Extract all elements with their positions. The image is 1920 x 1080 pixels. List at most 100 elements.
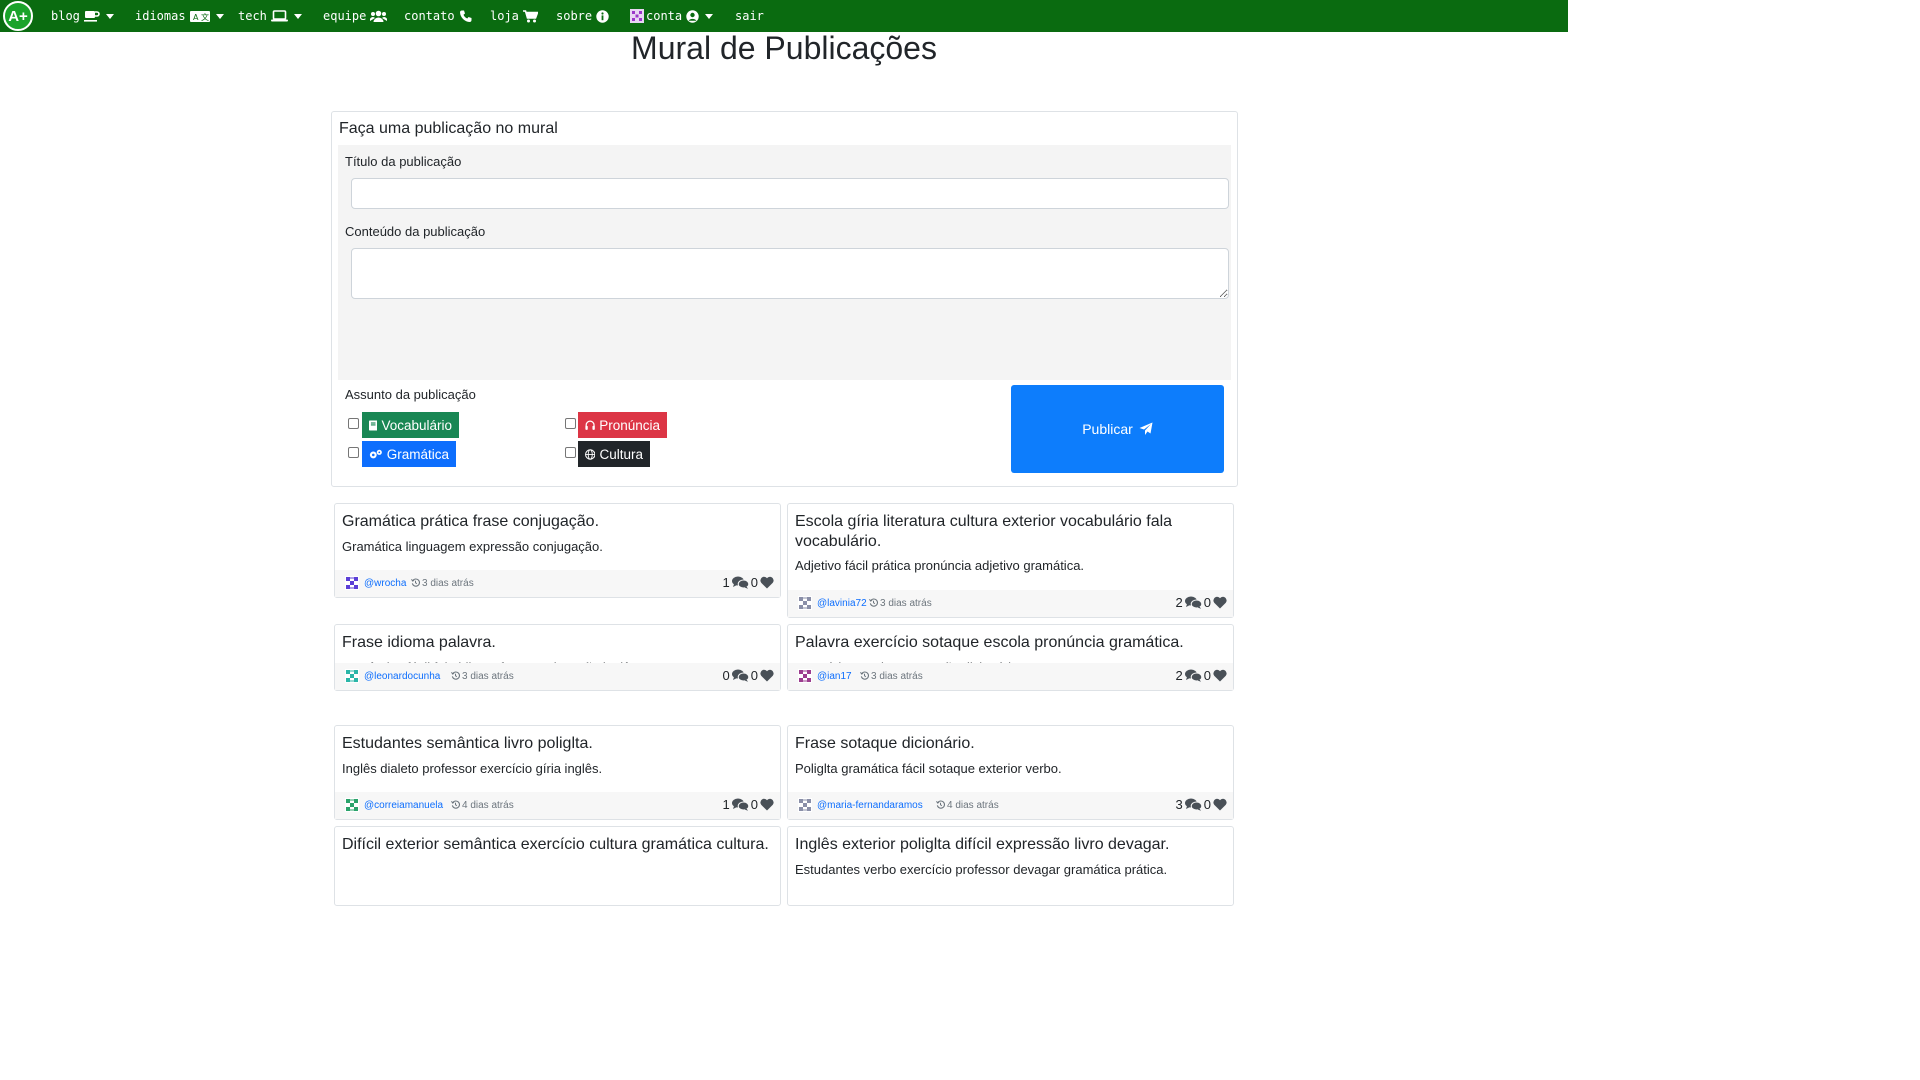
nav-sair[interactable]: sair xyxy=(735,0,764,32)
post-body: Adjetivo fácil prática pronúncia adjetiv… xyxy=(795,558,1085,573)
post-card[interactable]: Frase idioma palavra.Semântica fácil fal… xyxy=(334,624,781,691)
nav-conta-label: conta xyxy=(646,9,683,23)
post-title[interactable]: Frase sotaque dicionário. xyxy=(795,734,1225,754)
heart-icon[interactable] xyxy=(760,798,774,811)
post-title[interactable]: Estudantes semântica livro poliglta. xyxy=(342,734,772,754)
post-time-text: 3 dias atrás xyxy=(462,671,514,682)
title-input[interactable] xyxy=(351,178,1229,209)
nav-conta-avatar xyxy=(630,9,644,23)
post-title[interactable]: Frase idioma palavra. xyxy=(342,633,772,653)
post-card[interactable]: Inglês exterior poliglta difícil express… xyxy=(787,826,1234,906)
checkbox-pronuncia[interactable] xyxy=(565,418,576,429)
language-icon: A文 xyxy=(189,10,210,22)
post-author-link[interactable]: @correiamanuela xyxy=(364,800,443,811)
comment-count: 0 xyxy=(722,668,730,683)
comment-count: 1 xyxy=(722,575,730,590)
history-icon xyxy=(869,598,878,607)
post-title[interactable]: Difícil exterior semântica exercício cul… xyxy=(342,835,772,855)
nav-blog-label: blog xyxy=(51,9,80,23)
post-time-text: 3 dias atrás xyxy=(871,671,923,682)
post-card[interactable]: Estudantes semântica livro poliglta. Ingl… xyxy=(334,725,781,820)
post-author-link[interactable]: @leonardocunha xyxy=(364,671,440,682)
svg-text:文: 文 xyxy=(201,12,209,22)
post-stats: 2 0 xyxy=(1176,668,1229,683)
nav-loja[interactable]: loja xyxy=(490,0,538,32)
comments-icon[interactable] xyxy=(731,798,749,811)
headphones-icon xyxy=(585,420,595,430)
post-stats: 1 0 xyxy=(723,797,776,812)
nav-contato[interactable]: contato xyxy=(404,0,472,32)
post-card[interactable]: Difícil exterior semântica exercício cul… xyxy=(334,826,781,906)
comments-icon[interactable] xyxy=(731,576,749,589)
post-body: Poliglta gramática fácil sotaque exterio… xyxy=(795,761,1062,776)
comments-icon[interactable] xyxy=(731,669,749,682)
tag-vocabulario[interactable]: Vocabulário xyxy=(362,412,459,438)
chevron-down-icon xyxy=(293,13,302,19)
book-icon xyxy=(369,420,378,430)
tag-pronuncia[interactable]: Pronúncia xyxy=(578,412,667,438)
heart-icon[interactable] xyxy=(760,669,774,682)
site-logo[interactable]: A+ xyxy=(3,1,33,31)
post-author-link[interactable]: @wrocha xyxy=(364,578,406,589)
top-navbar: A+ blog idiomas A文 tech equipe contato l… xyxy=(0,0,1568,32)
post-card[interactable]: Gramática prática frase conjugação. Gramá… xyxy=(334,503,781,598)
heart-icon[interactable] xyxy=(1213,596,1227,609)
nav-conta[interactable]: conta xyxy=(630,0,714,32)
post-time-text: 3 dias atrás xyxy=(880,598,932,609)
post-title[interactable]: Palavra exercício sotaque escola pronúnc… xyxy=(795,633,1225,653)
history-icon xyxy=(411,578,420,587)
heart-icon[interactable] xyxy=(1213,798,1227,811)
comments-icon[interactable] xyxy=(1184,596,1202,609)
nav-blog[interactable]: blog xyxy=(51,0,114,32)
heart-icon[interactable] xyxy=(1213,669,1227,682)
comment-count: 2 xyxy=(1175,595,1183,610)
comments-icon[interactable] xyxy=(1184,798,1202,811)
post-card[interactable]: Palavra exercício sotaque escola pronúnc… xyxy=(787,624,1234,691)
post-card[interactable]: Frase sotaque dicionário. Poliglta gramát… xyxy=(787,725,1234,820)
nav-idiomas[interactable]: idiomas A文 xyxy=(135,0,224,32)
post-card[interactable]: Escola gíria literatura cultura exterior… xyxy=(787,503,1234,618)
nav-tech[interactable]: tech xyxy=(238,0,302,32)
history-icon xyxy=(936,800,945,809)
content-textarea[interactable] xyxy=(351,248,1229,299)
like-count: 0 xyxy=(1203,668,1211,683)
like-count: 0 xyxy=(750,575,758,590)
heart-icon[interactable] xyxy=(760,576,774,589)
chevron-down-icon xyxy=(705,13,714,19)
comments-icon[interactable] xyxy=(1184,669,1202,682)
laptop-icon xyxy=(270,10,288,22)
nav-sobre[interactable]: sobre xyxy=(556,0,609,32)
post-title[interactable]: Inglês exterior poliglta difícil express… xyxy=(795,835,1225,855)
info-icon xyxy=(596,9,609,23)
nav-contato-label: contato xyxy=(404,9,455,23)
post-title[interactable]: Escola gíria literatura cultura exterior… xyxy=(795,512,1225,551)
phone-icon xyxy=(459,10,472,23)
publish-form-card: Faça uma publicação no mural Título da p… xyxy=(331,111,1238,487)
tag-cultura[interactable]: Cultura xyxy=(578,441,650,467)
tag-gramatica[interactable]: Gramática xyxy=(362,441,456,467)
chevron-down-icon xyxy=(215,13,224,19)
post-stats: 1 0 xyxy=(723,575,776,590)
post-author-link[interactable]: @ian17 xyxy=(817,671,852,682)
cogs-icon xyxy=(369,449,382,458)
post-author-link[interactable]: @maria-fernandaramos xyxy=(817,800,923,811)
checkbox-gramatica[interactable] xyxy=(348,447,359,458)
post-body: Estudantes verbo exercício professor dev… xyxy=(795,862,1168,877)
checkbox-vocabulario[interactable] xyxy=(348,418,359,429)
comment-count: 1 xyxy=(722,797,730,812)
post-time: 4 dias atrás xyxy=(936,800,999,811)
user-avatar xyxy=(345,576,359,590)
tag-gramatica-label: Gramática xyxy=(386,446,449,462)
nav-tech-label: tech xyxy=(238,9,267,23)
form-body: Título da publicação Conteúdo da publica… xyxy=(338,145,1231,380)
nav-equipe[interactable]: equipe xyxy=(323,0,388,32)
post-time-text: 3 dias atrás xyxy=(422,578,474,589)
checkbox-cultura[interactable] xyxy=(565,447,576,458)
publish-button[interactable]: Publicar xyxy=(1011,385,1224,473)
user-avatar xyxy=(345,798,359,812)
user-avatar xyxy=(345,669,359,683)
tag-cultura-label: Cultura xyxy=(599,446,643,462)
post-footer: @wrocha 3 dias atrás 1 0 xyxy=(335,570,780,597)
post-author-link[interactable]: @lavinia72 xyxy=(817,598,867,609)
post-title[interactable]: Gramática prática frase conjugação. xyxy=(342,512,772,532)
